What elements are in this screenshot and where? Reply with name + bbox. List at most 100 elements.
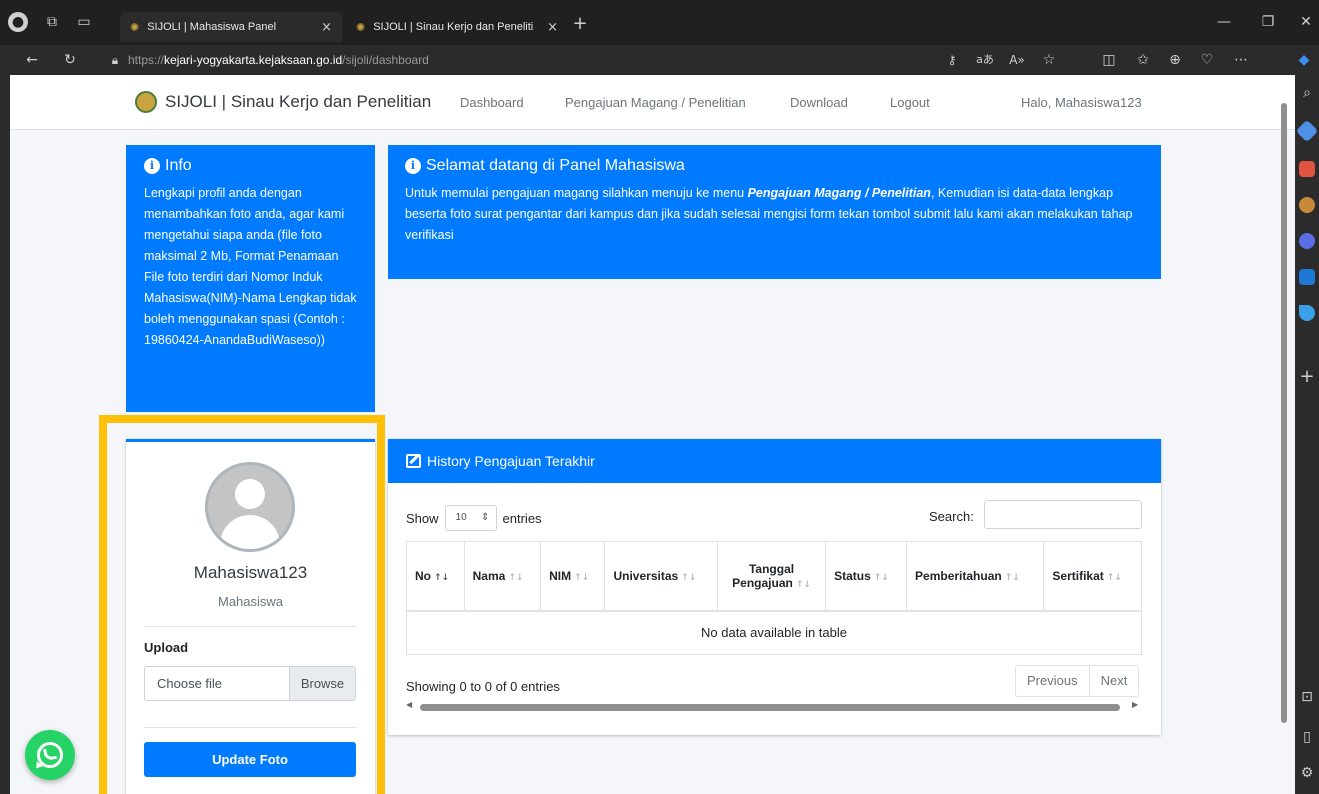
more-icon[interactable]: ⋯ <box>1232 50 1250 70</box>
tab-actions-icon[interactable]: ▭ <box>74 12 94 32</box>
col-pemberitahuan[interactable]: Pemberitahuan ↑↓ <box>906 541 1044 612</box>
sort-icon: ↑↓ <box>508 572 524 583</box>
welcome-card-title: i Selamat datang di Panel Mahasiswa <box>405 157 1144 175</box>
back-icon[interactable]: ← <box>22 50 42 70</box>
search-label: Search: <box>929 509 974 524</box>
tab-close-icon[interactable]: × <box>547 20 558 35</box>
sort-icon: ↑↓ <box>795 579 811 590</box>
screenshot-icon[interactable]: ⊡ <box>1297 687 1317 707</box>
tab-sijoli[interactable]: ✺ SIJOLI | Sinau Kerjo dan Penelitian × <box>346 12 568 42</box>
sijoli-favicon: ✺ <box>356 21 366 34</box>
tools-icon[interactable] <box>1299 161 1315 177</box>
table-info: Showing 0 to 0 of 0 entries <box>406 679 560 694</box>
history-card: History Pengajuan Terakhir Show 10 entri… <box>388 439 1161 735</box>
health-icon[interactable]: ♡ <box>1198 50 1216 70</box>
nav-pengajuan[interactable]: Pengajuan Magang / Penelitian <box>565 95 746 110</box>
user-greeting[interactable]: Halo, Mahasiswa123 <box>1021 95 1142 110</box>
brand-text: SIJOLI | Sinau Kerjo dan Penelitian <box>165 92 432 111</box>
tab-close-icon[interactable]: × <box>321 20 332 35</box>
col-nama[interactable]: Nama ↑↓ <box>463 541 541 612</box>
welcome-menu-reference: Pengajuan Magang / Penelitian <box>747 186 931 200</box>
url-field[interactable]: https:// kejari-yogyakarta.kejaksaan.go.… <box>128 49 1018 71</box>
workspaces-icon[interactable]: ⧉ <box>42 12 62 32</box>
minimize-button[interactable]: — <box>1212 12 1236 32</box>
lock-icon[interactable]: 🔒︎ <box>108 50 122 70</box>
split-screen-icon[interactable]: ◫ <box>1100 50 1118 70</box>
kejaksaan-logo-icon <box>135 91 157 113</box>
profile-icon[interactable]: ● <box>8 12 28 32</box>
add-icon[interactable]: + <box>1297 367 1317 387</box>
sort-asc-icon: ↑↓ <box>434 572 450 583</box>
send-icon[interactable] <box>1299 305 1315 321</box>
settings-gear-icon[interactable]: ⚙ <box>1297 763 1317 783</box>
url-prefix: https:// <box>128 53 165 67</box>
page-viewport: SIJOLI | Sinau Kerjo dan Penelitian Dash… <box>10 75 1295 794</box>
sijoli-favicon: ✺ <box>130 21 140 34</box>
top-navbar: SIJOLI | Sinau Kerjo dan Penelitian Dash… <box>10 75 1295 130</box>
copilot-icon[interactable]: ◆ <box>1294 50 1314 70</box>
sidebar-toggle-icon[interactable]: ▯ <box>1297 727 1317 747</box>
history-table: No ↑↓ Nama ↑↓ NIM ↑↓ Universitas ↑↓ Tanggal P… <box>406 541 1142 655</box>
entries-select[interactable]: 10 <box>444 505 497 531</box>
pagination: Previous Next <box>1015 665 1140 697</box>
tag-icon[interactable] <box>1295 119 1319 143</box>
welcome-card-body: Untuk memulai pengajuan magang silahkan … <box>405 183 1144 246</box>
info-icon: i <box>144 158 160 174</box>
col-sertifikat[interactable]: Sertifikat ↑↓ <box>1043 541 1142 612</box>
empty-table-message: No data available in table <box>406 610 1142 655</box>
tab-mahasiswa-panel[interactable]: ✺ SIJOLI | Mahasiswa Panel × <box>120 12 342 42</box>
browser-tab-bar: ● ⧉ ▭ ✺ SIJOLI | Mahasiswa Panel × ✺ SIJ… <box>0 0 1319 45</box>
window-frame <box>0 75 10 794</box>
table-header-row: No ↑↓ Nama ↑↓ NIM ↑↓ Universitas ↑↓ Tanggal P… <box>406 541 1142 612</box>
scroll-thumb[interactable] <box>420 704 1120 711</box>
url-host: kejari-yogyakarta.kejaksaan.go.id <box>164 53 343 67</box>
copilot-app-icon[interactable] <box>1299 233 1315 249</box>
scroll-left-icon[interactable]: ◀ <box>406 700 412 709</box>
scroll-thumb[interactable] <box>1281 103 1287 723</box>
info-icon: i <box>405 158 421 174</box>
col-universitas[interactable]: Universitas ↑↓ <box>604 541 718 612</box>
previous-button[interactable]: Previous <box>1016 666 1089 696</box>
people-icon[interactable] <box>1299 197 1315 213</box>
col-no[interactable]: No ↑↓ <box>406 541 465 612</box>
show-entries: Show 10 entries <box>406 505 542 531</box>
nav-dashboard[interactable]: Dashboard <box>460 95 524 110</box>
nav-download[interactable]: Download <box>790 95 848 110</box>
tab-title: SIJOLI | Sinau Kerjo dan Penelitian <box>373 21 534 33</box>
whatsapp-button[interactable] <box>25 730 75 780</box>
vertical-scrollbar[interactable] <box>1280 83 1288 783</box>
info-card-title: i Info <box>144 157 357 175</box>
history-card-header: History Pengajuan Terakhir <box>388 439 1161 483</box>
next-button[interactable]: Next <box>1088 666 1139 696</box>
show-label: Show <box>406 510 439 526</box>
welcome-text-before: Untuk memulai pengajuan magang silahkan … <box>405 186 748 200</box>
sort-icon: ↑↓ <box>873 572 889 583</box>
entries-label: entries <box>502 510 542 526</box>
info-card: i Info Lengkapi profil anda dengan menam… <box>126 145 375 412</box>
col-status[interactable]: Status ↑↓ <box>825 541 907 612</box>
url-path: /sijoli/dashboard <box>342 53 429 67</box>
col-nim[interactable]: NIM ↑↓ <box>540 541 605 612</box>
info-title-text: Info <box>165 157 192 174</box>
search-input[interactable] <box>984 500 1142 529</box>
refresh-icon[interactable]: ↻ <box>60 50 80 70</box>
favorite-star-icon[interactable]: ☆ <box>1040 50 1058 70</box>
sort-icon: ↑↓ <box>1106 572 1122 583</box>
outlook-icon[interactable] <box>1299 269 1315 285</box>
favorites-icon[interactable]: ✩ <box>1134 50 1152 70</box>
col-tanggal-pengajuan[interactable]: Tanggal Pengajuan ↑↓ <box>717 541 826 612</box>
search-icon[interactable]: ⌕ <box>1297 83 1317 103</box>
new-tab-button[interactable]: + <box>570 14 590 34</box>
table-row: No data available in table <box>406 610 1142 655</box>
welcome-title-text: Selamat datang di Panel Mahasiswa <box>426 157 685 174</box>
brand[interactable]: SIJOLI | Sinau Kerjo dan Penelitian <box>135 91 431 113</box>
horizontal-scrollbar[interactable]: ◀ ▶ <box>406 700 1142 712</box>
scroll-right-icon[interactable]: ▶ <box>1132 700 1138 709</box>
window-close-button[interactable]: ✕ <box>1296 12 1316 32</box>
nav-logout[interactable]: Logout <box>890 95 930 110</box>
edit-icon <box>406 454 421 468</box>
restore-button[interactable]: ❐ <box>1256 12 1280 32</box>
collections-icon[interactable]: ⊕ <box>1166 50 1184 70</box>
history-title: History Pengajuan Terakhir <box>427 453 595 469</box>
highlight-frame <box>99 415 385 794</box>
